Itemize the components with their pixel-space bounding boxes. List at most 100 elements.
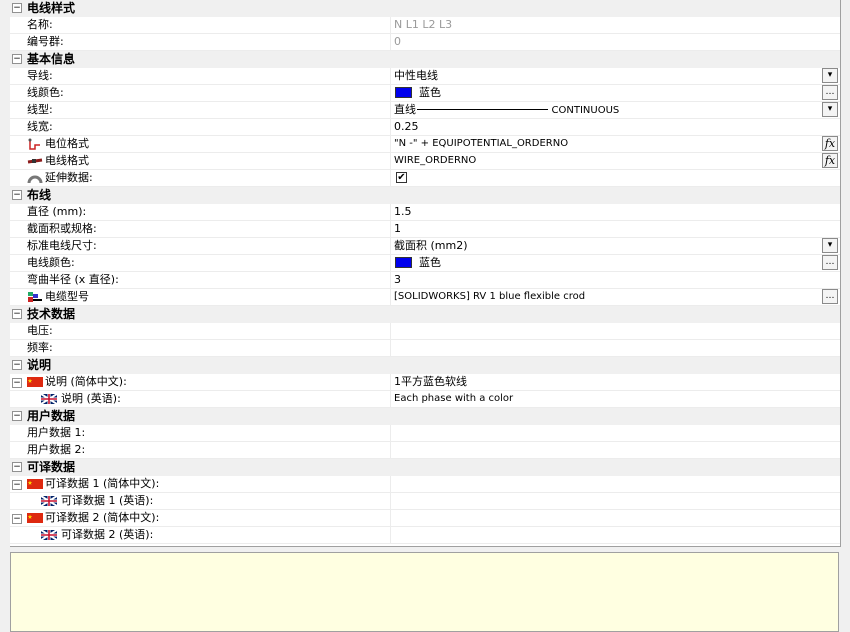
collapse-toggle[interactable]: − [12, 190, 22, 200]
property-value[interactable] [393, 442, 823, 458]
property-label: 电压: [27, 324, 53, 337]
category-basic-info[interactable]: − 基本信息 [10, 51, 840, 68]
standard-size-select[interactable]: 截面积 (mm2) [393, 238, 823, 254]
category-description[interactable]: − 说明 [10, 357, 840, 374]
ellipsis-button[interactable]: … [822, 289, 838, 304]
property-label: 用户数据 1: [27, 426, 86, 439]
property-value[interactable] [393, 323, 823, 339]
property-label: 可译数据 2 (英语): [61, 528, 154, 541]
line-type-prefix: 直线 [394, 103, 416, 116]
property-value[interactable]: 3 [393, 272, 823, 288]
property-row-wire-color[interactable]: 电线颜色: 蓝色 … [10, 255, 840, 272]
wire-format-icon [27, 158, 43, 164]
conductor-select[interactable]: 中性电线 [393, 68, 823, 84]
property-row-diameter[interactable]: 直径 (mm): 1.5 [10, 204, 840, 221]
collapse-toggle[interactable]: − [12, 462, 22, 472]
property-value[interactable]: Each phase with a color [393, 391, 823, 407]
property-value[interactable] [393, 510, 823, 526]
property-row-cable-type[interactable]: 电缆型号 [SOLIDWORKS] RV 1 blue flexible cro… [10, 289, 840, 306]
collapse-toggle[interactable]: − [12, 54, 22, 64]
property-value[interactable] [393, 476, 823, 492]
property-value[interactable]: WIRE_ORDERNO [393, 153, 823, 169]
property-row-line-color[interactable]: 线颜色: 蓝色 … [10, 85, 840, 102]
property-row-line-type[interactable]: 线型: 直线 CONTINUOUS ▾ [10, 102, 840, 119]
property-value[interactable]: "N -" + EQUIPOTENTIAL_ORDERNO [393, 136, 823, 152]
category-wire-style[interactable]: − 电线样式 [10, 0, 840, 17]
property-row-conductor[interactable]: 导线: 中性电线 ▾ [10, 68, 840, 85]
property-row-description-en[interactable]: 说明 (英语): Each phase with a color [10, 391, 840, 408]
property-value[interactable]: 1平方蓝色软线 [393, 374, 823, 390]
dropdown-button[interactable]: ▾ [822, 68, 838, 83]
property-label: 线宽: [27, 120, 53, 133]
property-row-standard-size[interactable]: 标准电线尺寸: 截面积 (mm2) ▾ [10, 238, 840, 255]
line-sample [417, 109, 548, 110]
property-grid: − 电线样式 名称: N L1 L2 L3 编号群: 0 − 基本信息 导线: … [10, 0, 841, 547]
collapse-toggle[interactable]: − [12, 411, 22, 421]
property-value[interactable] [393, 493, 823, 509]
property-label: 弯曲半径 (x 直径): [27, 273, 119, 286]
property-row-translatable-1-zh[interactable]: − 可译数据 1 (简体中文): [10, 476, 840, 493]
cable-type-icon [28, 292, 42, 302]
category-title: 技术数据 [27, 307, 76, 321]
collapse-toggle[interactable]: − [12, 3, 22, 13]
category-wiring[interactable]: − 布线 [10, 187, 840, 204]
property-value[interactable]: [SOLIDWORKS] RV 1 blue flexible crod [393, 289, 823, 305]
potential-format-icon [28, 138, 40, 150]
property-value[interactable]: 0.25 [393, 119, 823, 135]
property-row-line-width[interactable]: 线宽: 0.25 [10, 119, 840, 136]
property-label: 直径 (mm): [27, 205, 87, 218]
property-row-user-data-1[interactable]: 用户数据 1: [10, 425, 840, 442]
property-row-wire-format[interactable]: 电线格式 WIRE_ORDERNO fx [10, 153, 840, 170]
property-value[interactable] [393, 527, 823, 543]
ellipsis-button[interactable]: … [822, 85, 838, 100]
expand-toggle[interactable]: − [12, 378, 22, 388]
category-title: 说明 [27, 358, 52, 372]
ellipsis-button[interactable]: … [822, 255, 838, 270]
formula-button[interactable]: fx [822, 136, 838, 151]
expand-toggle[interactable]: − [12, 514, 22, 524]
property-row-description-zh[interactable]: − 说明 (简体中文): 1平方蓝色软线 [10, 374, 840, 391]
property-label: 导线: [27, 69, 53, 82]
property-row-voltage[interactable]: 电压: [10, 323, 840, 340]
property-row-extended-data[interactable]: 延伸数据: ✔ [10, 170, 840, 187]
collapse-toggle[interactable]: − [12, 309, 22, 319]
property-label: 延伸数据: [45, 171, 93, 184]
dropdown-button[interactable]: ▾ [822, 102, 838, 117]
property-value[interactable]: 0 [393, 34, 823, 50]
property-label: 频率: [27, 341, 53, 354]
property-row-translatable-1-en[interactable]: 可译数据 1 (英语): [10, 493, 840, 510]
category-translatable-data[interactable]: − 可译数据 [10, 459, 840, 476]
property-label: 名称: [27, 18, 53, 31]
extended-data-checkbox[interactable]: ✔ [396, 172, 407, 183]
property-label: 截面积或规格: [27, 222, 97, 235]
category-title: 布线 [27, 188, 52, 202]
property-label: 说明 (简体中文): [45, 375, 127, 388]
property-row-translatable-2-zh[interactable]: − 可译数据 2 (简体中文): [10, 510, 840, 527]
formula-button[interactable]: fx [822, 153, 838, 168]
property-row-user-data-2[interactable]: 用户数据 2: [10, 442, 840, 459]
property-value[interactable]: 1.5 [393, 204, 823, 220]
property-row-potential-format[interactable]: 电位格式 "N -" + EQUIPOTENTIAL_ORDERNO fx [10, 136, 840, 153]
wire-color-value[interactable]: 蓝色 [393, 255, 823, 271]
property-row-cross-section[interactable]: 截面积或规格: 1 [10, 221, 840, 238]
property-row-number-group[interactable]: 编号群: 0 [10, 34, 840, 51]
line-type-select[interactable]: 直线 CONTINUOUS [393, 102, 823, 118]
property-row-bend-radius[interactable]: 弯曲半径 (x 直径): 3 [10, 272, 840, 289]
property-label: 说明 (英语): [61, 392, 121, 405]
property-row-name[interactable]: 名称: N L1 L2 L3 [10, 17, 840, 34]
property-value[interactable] [393, 340, 823, 356]
property-value[interactable] [393, 425, 823, 441]
line-color-value[interactable]: 蓝色 [393, 85, 823, 101]
property-label: 电线颜色: [27, 256, 75, 269]
dropdown-button[interactable]: ▾ [822, 238, 838, 253]
expand-toggle[interactable]: − [12, 480, 22, 490]
property-value[interactable]: N L1 L2 L3 [393, 17, 823, 33]
category-tech-data[interactable]: − 技术数据 [10, 306, 840, 323]
property-row-translatable-2-en[interactable]: 可译数据 2 (英语): [10, 527, 840, 544]
property-value[interactable]: 1 [393, 221, 823, 237]
uk-flag-icon [41, 393, 57, 405]
collapse-toggle[interactable]: − [12, 360, 22, 370]
property-row-frequency[interactable]: 频率: [10, 340, 840, 357]
category-user-data[interactable]: − 用户数据 [10, 408, 840, 425]
color-swatch [395, 87, 412, 98]
